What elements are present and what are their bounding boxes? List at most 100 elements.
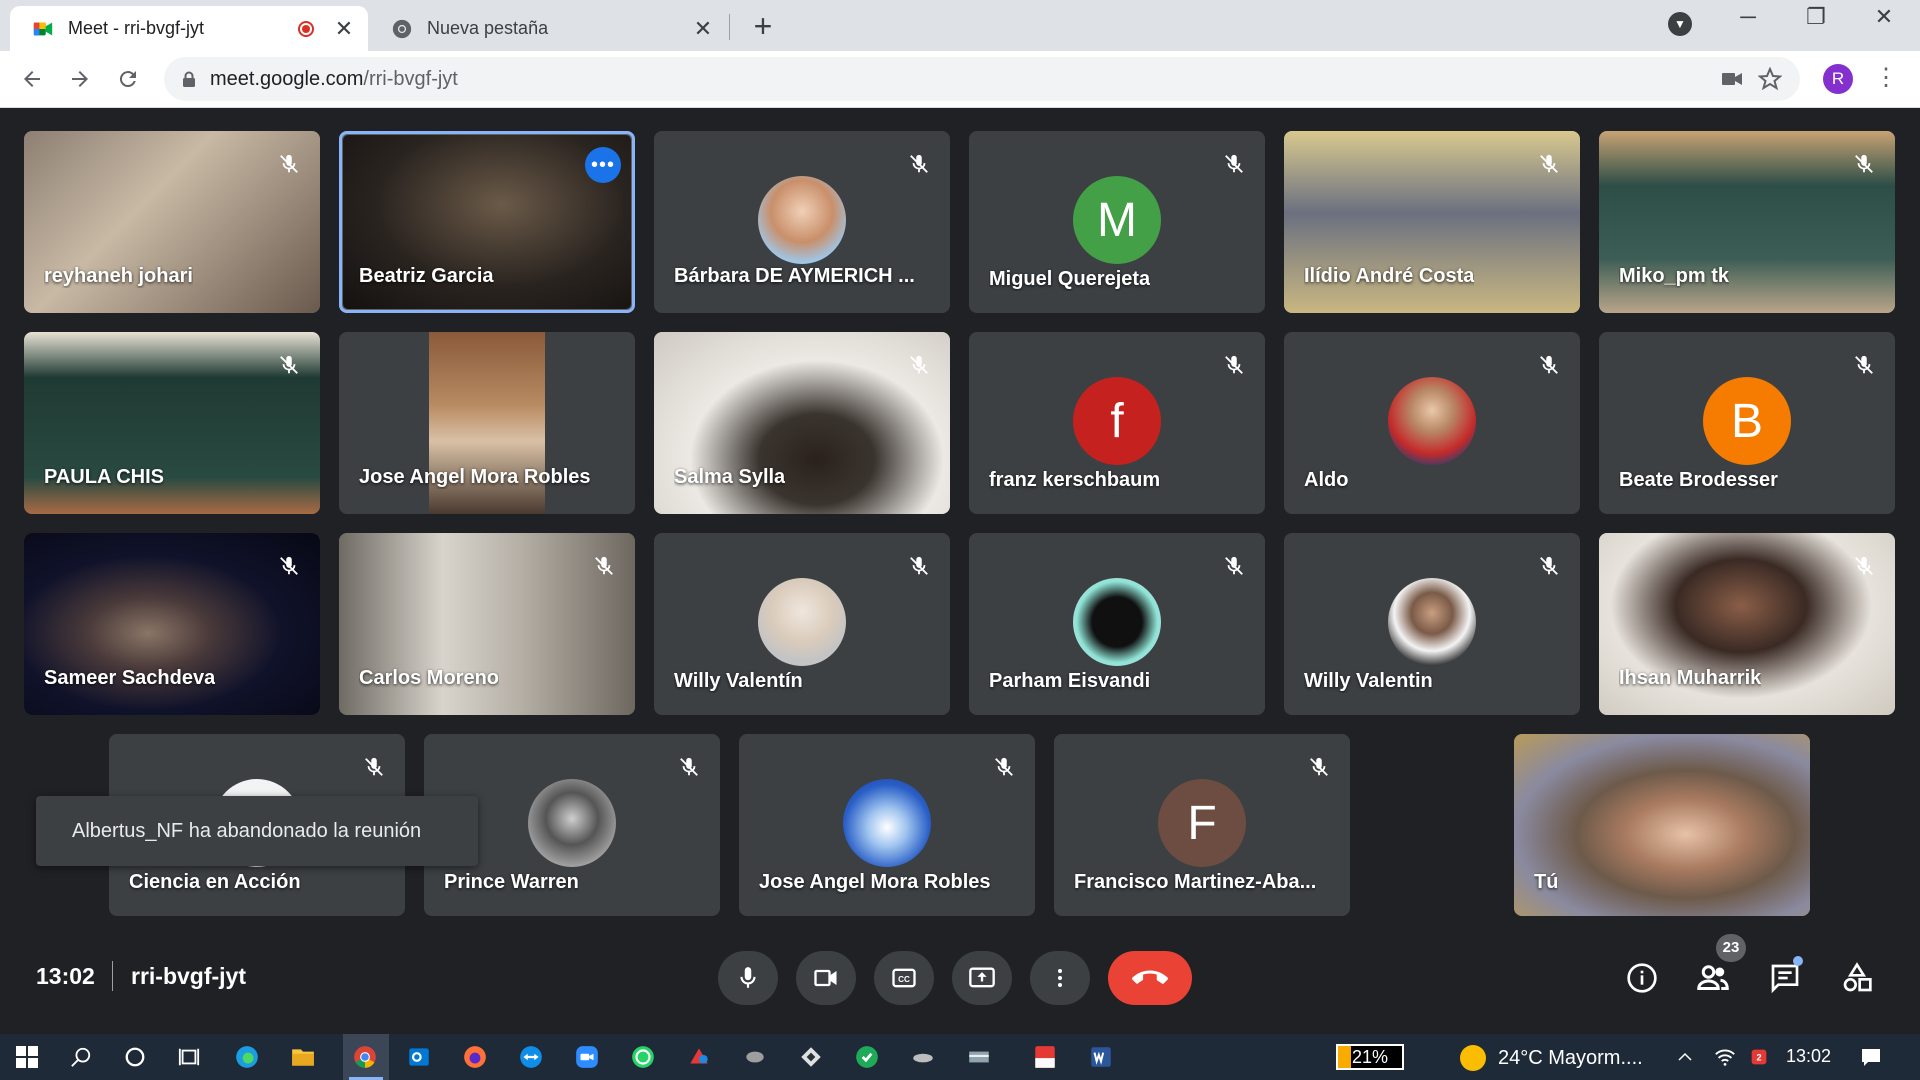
participant-tile[interactable]: Salma Sylla [654,332,950,514]
minimize-button[interactable]: ─ [1728,4,1768,30]
outlook-icon[interactable] [404,1042,434,1072]
word-icon[interactable] [1086,1042,1116,1072]
chevron-up-icon[interactable] [1670,1042,1700,1072]
cortana-icon[interactable] [120,1042,150,1072]
mic-off-icon [587,549,621,583]
participant-tile[interactable]: Carlos Moreno [339,533,635,715]
participant-photo [843,779,931,867]
restore-button[interactable]: ❐ [1796,4,1836,30]
participant-name: PAULA CHIS [44,466,164,488]
activities-shapes-icon [1843,962,1872,992]
participant-initial-avatar: F [1158,779,1246,867]
participant-tile[interactable]: Miko_pm tk [1599,131,1895,313]
profile-avatar[interactable]: R [1823,64,1853,94]
camera-button[interactable] [796,951,856,1005]
participant-tile[interactable]: Sameer Sachdeva [24,533,320,715]
participant-tile[interactable]: B Beate Brodesser [1599,332,1895,514]
participant-name: franz kerschbaum [989,469,1161,491]
lock-icon [182,71,196,87]
mic-off-icon [272,147,306,181]
participant-tile[interactable]: Ihsan Muharrik [1599,533,1895,715]
edge-icon[interactable] [232,1042,262,1072]
chrome-icon[interactable] [350,1042,380,1072]
reload-button[interactable] [108,59,148,99]
people-icon [1697,965,1729,990]
leave-call-button[interactable] [1108,951,1192,1005]
toast-notification: Albertus_NF ha abandonado la reunión [36,796,478,866]
tab-search-icon[interactable]: ▼ [1668,12,1692,36]
meeting-details-button[interactable] [1619,955,1665,1001]
windows-start-icon[interactable] [12,1042,42,1072]
participant-tile[interactable]: Jose Angel Mora Robles [739,734,1035,916]
mic-off-icon [987,750,1021,784]
url-path: /rri-bvgf-jyt [363,67,458,90]
teamviewer-icon[interactable] [516,1042,546,1072]
search-icon[interactable] [66,1042,96,1072]
battery-percent: 21% [1351,1047,1389,1067]
app-icon[interactable] [684,1042,714,1072]
mic-off-icon [902,147,936,181]
app-icon[interactable] [740,1042,770,1072]
participant-name: Ihsan Muharrik [1619,667,1762,689]
app-icon[interactable] [964,1042,994,1072]
participant-tile[interactable]: Jose Angel Mora Robles [339,332,635,514]
pdf-to-jpg-icon[interactable] [1030,1042,1060,1072]
participant-tile[interactable]: M Miguel Querejeta [969,131,1265,313]
participant-tile[interactable]: Aldo [1284,332,1580,514]
new-tab-button[interactable]: + [748,8,778,45]
participant-photo [1073,578,1161,666]
participant-tile[interactable]: Ilídio André Costa [1284,131,1580,313]
app-icon[interactable] [908,1042,938,1072]
participant-tile[interactable]: F Francisco Martinez-Aba... [1054,734,1350,916]
whatsapp-icon[interactable] [628,1042,658,1072]
info-icon [1627,963,1657,993]
svg-text:CC: CC [898,975,910,984]
forward-button[interactable] [60,59,100,99]
participant-tile[interactable]: Willy Valentin [1284,533,1580,715]
tab-close-icon[interactable]: ✕ [691,16,715,42]
participant-tile[interactable]: PAULA CHIS [24,332,320,514]
tab-meet[interactable]: Meet - rri-bvgf-jyt ✕ [10,6,368,51]
app-icon[interactable] [852,1042,882,1072]
more-options-button[interactable] [1030,951,1090,1005]
captions-button[interactable]: CC [874,951,934,1005]
action-center-icon[interactable] [1856,1042,1886,1072]
participant-tile[interactable]: reyhaneh johari [24,131,320,313]
mic-off-icon [1847,147,1881,181]
notification-app-icon[interactable]: 2 [1744,1042,1774,1072]
tab-new-tab[interactable]: Nueva pestaña ✕ [375,6,727,51]
weather-text: 24°C Mayorm.... [1498,1046,1643,1069]
battery-indicator[interactable]: 21% [1336,1044,1404,1070]
present-screen-button[interactable] [952,951,1012,1005]
address-bar[interactable]: meet.google.com/rri-bvgf-jyt [164,57,1800,101]
camera-in-use-icon[interactable] [1720,67,1744,91]
mic-off-icon [1532,147,1566,181]
activities-button[interactable] [1834,955,1880,1001]
participant-tile-active-speaker[interactable]: ••• Beatriz Garcia [339,131,635,313]
zoom-icon[interactable] [572,1042,602,1072]
close-window-button[interactable]: ✕ [1864,4,1904,30]
participant-tile[interactable]: Willy Valentín [654,533,950,715]
self-view-tile[interactable]: Tú [1514,734,1810,916]
microphone-button[interactable] [718,951,778,1005]
firefox-icon[interactable] [460,1042,490,1072]
app-icon[interactable] [796,1042,826,1072]
participant-tile[interactable]: Parham Eisvandi [969,533,1265,715]
tab-close-icon[interactable]: ✕ [332,16,356,42]
chrome-menu-icon[interactable]: ⋮ [1874,64,1898,92]
more-options-icon[interactable]: ••• [585,147,621,183]
wifi-icon[interactable] [1710,1042,1740,1072]
participant-name: Ciencia en Acción [129,871,301,893]
mic-off-icon [1532,348,1566,382]
file-explorer-icon[interactable] [288,1042,318,1072]
weather-widget[interactable]: 24°C Mayorm.... [1460,1045,1643,1071]
participant-photo [1388,377,1476,465]
back-button[interactable] [12,59,52,99]
bookmark-star-icon[interactable] [1758,67,1782,91]
task-view-icon[interactable] [174,1042,204,1072]
taskbar-clock[interactable]: 13:02 [1786,1046,1831,1067]
participant-tile[interactable]: Bárbara DE AYMERICH ... [654,131,950,313]
tab-title: Nueva pestaña [427,18,549,38]
mic-off-icon [1847,549,1881,583]
participant-tile[interactable]: f franz kerschbaum [969,332,1265,514]
